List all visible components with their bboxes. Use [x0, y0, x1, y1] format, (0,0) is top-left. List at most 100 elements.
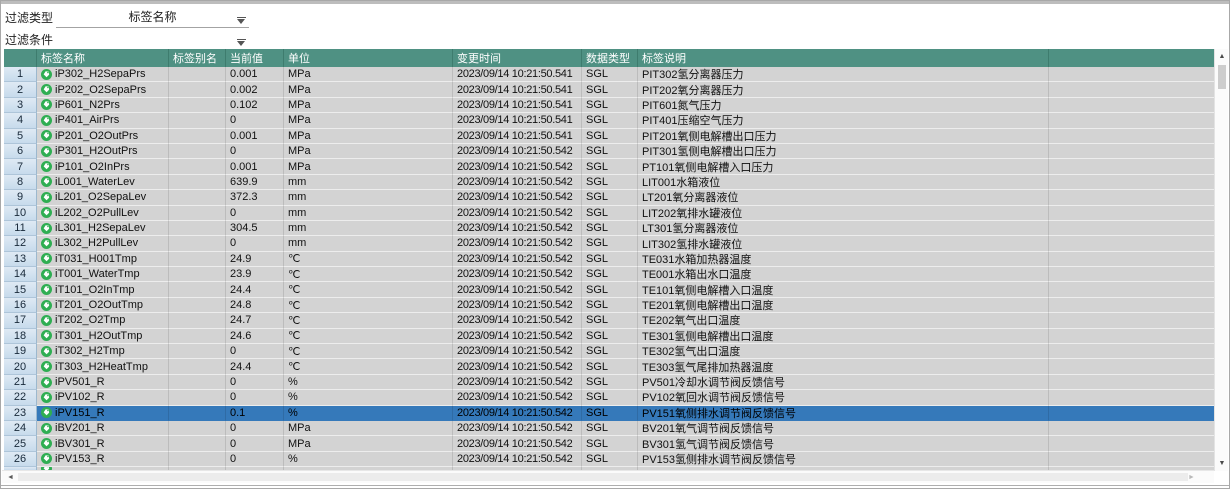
unit-cell[interactable]: mm [284, 221, 453, 236]
unit-cell[interactable]: MPa [284, 144, 453, 159]
change-time-cell[interactable]: 2023/09/14 10:21:50.541 [453, 82, 582, 97]
table-row[interactable]: 18 iT301_H2OutTmp 24.6 ℃ 2023/09/14 10:2… [4, 329, 1216, 344]
row-number-cell[interactable]: 18 [4, 329, 37, 344]
data-type-cell[interactable]: SGL [582, 282, 638, 297]
row-number-cell[interactable]: 20 [4, 359, 37, 374]
tag-description-cell[interactable]: LIT202氧排水罐液位 [638, 206, 1049, 221]
data-type-cell[interactable]: SGL [582, 221, 638, 236]
tag-description-cell[interactable]: BV201氧气调节阀反馈信号 [638, 421, 1049, 436]
current-value-cell[interactable]: 0 [226, 236, 284, 251]
unit-cell[interactable]: MPa [284, 129, 453, 144]
table-row[interactable]: 26 iPV153_R 0 % 2023/09/14 10:21:50.542 … [4, 452, 1216, 467]
table-row[interactable]: 7 iP101_O2InPrs 0.001 MPa 2023/09/14 10:… [4, 159, 1216, 174]
row-number-cell[interactable]: 22 [4, 390, 37, 405]
filter-condition-combobox[interactable] [56, 30, 249, 50]
tag-description-cell[interactable]: PT101氧侧电解槽入口压力 [638, 159, 1049, 174]
data-type-cell[interactable]: SGL [582, 190, 638, 205]
table-row[interactable]: 11 iL301_H2SepaLev 304.5 mm 2023/09/14 1… [4, 221, 1216, 236]
table-row[interactable]: 20 iT303_H2HeatTmp 24.4 ℃ 2023/09/14 10:… [4, 359, 1216, 374]
tag-name-cell[interactable]: iT302_H2Tmp [37, 344, 169, 359]
tag-alias-cell[interactable] [169, 436, 226, 451]
tag-description-cell[interactable]: PIT202氧分离器压力 [638, 82, 1049, 97]
header-data-type[interactable]: 数据类型 [582, 49, 638, 67]
table-row[interactable]: 12 iL302_H2PullLev 0 mm 2023/09/14 10:21… [4, 236, 1216, 251]
change-time-cell[interactable]: 2023/09/14 10:21:50.542 [453, 406, 582, 421]
current-value-cell[interactable]: 372.3 [226, 190, 284, 205]
data-type-cell[interactable]: SGL [582, 82, 638, 97]
tag-description-cell[interactable]: BV301氢气调节阀反馈信号 [638, 436, 1049, 451]
current-value-cell[interactable]: 24.6 [226, 329, 284, 344]
row-number-cell[interactable]: 17 [4, 313, 37, 328]
row-number-cell[interactable]: 11 [4, 221, 37, 236]
tag-description-cell[interactable]: TE101氧侧电解槽入口温度 [638, 282, 1049, 297]
row-number-cell[interactable]: 26 [4, 452, 37, 467]
tag-alias-cell[interactable] [169, 82, 226, 97]
row-number-cell[interactable]: 12 [4, 236, 37, 251]
tag-alias-cell[interactable] [169, 175, 226, 190]
tag-name-cell[interactable]: iP301_H2OutPrs [37, 144, 169, 159]
table-row[interactable]: 4 iP401_AirPrs 0 MPa 2023/09/14 10:21:50… [4, 113, 1216, 128]
header-change-time[interactable]: 变更时间 [453, 49, 582, 67]
current-value-cell[interactable]: 24.9 [226, 252, 284, 267]
current-value-cell[interactable]: 0 [226, 144, 284, 159]
data-type-cell[interactable]: SGL [582, 67, 638, 82]
tag-alias-cell[interactable] [169, 113, 226, 128]
tag-description-cell[interactable]: TE202氧气出口温度 [638, 313, 1049, 328]
vertical-scrollbar[interactable]: ▲ ▼ [1214, 49, 1228, 471]
change-time-cell[interactable]: 2023/09/14 10:21:50.542 [453, 421, 582, 436]
tag-name-cell[interactable]: iPV501_R [37, 375, 169, 390]
change-time-cell[interactable]: 2023/09/14 10:21:50.542 [453, 375, 582, 390]
tag-name-cell[interactable]: iL202_O2PullLev [37, 206, 169, 221]
change-time-cell[interactable]: 2023/09/14 10:21:50.542 [453, 159, 582, 174]
row-number-cell[interactable]: 21 [4, 375, 37, 390]
current-value-cell[interactable]: 24.7 [226, 313, 284, 328]
tag-name-cell[interactable]: iT001_WaterTmp [37, 267, 169, 282]
data-type-cell[interactable]: SGL [582, 159, 638, 174]
tag-name-cell[interactable]: iP401_AirPrs [37, 113, 169, 128]
unit-cell[interactable]: % [284, 406, 453, 421]
tag-description-cell[interactable]: PIT302氢分离器压力 [638, 67, 1049, 82]
tag-description-cell[interactable]: TE031水箱加热器温度 [638, 252, 1049, 267]
tag-description-cell[interactable]: LT301氢分离器液位 [638, 221, 1049, 236]
change-time-cell[interactable]: 2023/09/14 10:21:50.542 [453, 452, 582, 467]
tag-alias-cell[interactable] [169, 313, 226, 328]
vertical-scrollbar-thumb[interactable] [1218, 65, 1226, 89]
tag-alias-cell[interactable] [169, 359, 226, 374]
unit-cell[interactable]: MPa [284, 82, 453, 97]
tag-alias-cell[interactable] [169, 190, 226, 205]
table-row[interactable]: 14 iT001_WaterTmp 23.9 ℃ 2023/09/14 10:2… [4, 267, 1216, 282]
tag-alias-cell[interactable] [169, 375, 226, 390]
tag-alias-cell[interactable] [169, 390, 226, 405]
data-type-cell[interactable]: SGL [582, 344, 638, 359]
row-number-cell[interactable]: 7 [4, 159, 37, 174]
tag-alias-cell[interactable] [169, 67, 226, 82]
unit-cell[interactable]: MPa [284, 421, 453, 436]
unit-cell[interactable]: ℃ [284, 344, 453, 359]
row-number-cell[interactable]: 3 [4, 98, 37, 113]
table-row[interactable]: 25 iBV301_R 0 MPa 2023/09/14 10:21:50.54… [4, 436, 1216, 451]
current-value-cell[interactable]: 0 [226, 452, 284, 467]
data-type-cell[interactable]: SGL [582, 421, 638, 436]
unit-cell[interactable]: ℃ [284, 298, 453, 313]
data-type-cell[interactable]: SGL [582, 390, 638, 405]
change-time-cell[interactable]: 2023/09/14 10:21:50.542 [453, 221, 582, 236]
table-row[interactable]: 23 iPV151_R 0.1 % 2023/09/14 10:21:50.54… [4, 406, 1216, 421]
tag-description-cell[interactable]: PIT301氢侧电解槽出口压力 [638, 144, 1049, 159]
change-time-cell[interactable]: 2023/09/14 10:21:50.542 [453, 206, 582, 221]
tag-name-cell[interactable]: iBV301_R [37, 436, 169, 451]
unit-cell[interactable]: MPa [284, 159, 453, 174]
tag-description-cell[interactable]: LT201氧分离器液位 [638, 190, 1049, 205]
table-row[interactable]: 19 iT302_H2Tmp 0 ℃ 2023/09/14 10:21:50.5… [4, 344, 1216, 359]
current-value-cell[interactable]: 24.4 [226, 282, 284, 297]
change-time-cell[interactable]: 2023/09/14 10:21:50.542 [453, 344, 582, 359]
horizontal-scrollbar-thumb[interactable] [18, 473, 1188, 481]
tag-alias-cell[interactable] [169, 329, 226, 344]
chevron-down-icon[interactable] [237, 17, 246, 24]
header-unit[interactable]: 单位 [284, 49, 453, 67]
tag-name-cell[interactable]: iL302_H2PullLev [37, 236, 169, 251]
row-number-cell[interactable]: 16 [4, 298, 37, 313]
row-number-cell[interactable]: 13 [4, 252, 37, 267]
data-type-cell[interactable]: SGL [582, 375, 638, 390]
change-time-cell[interactable]: 2023/09/14 10:21:50.542 [453, 252, 582, 267]
tag-description-cell[interactable]: PV102氧回水调节阀反馈信号 [638, 390, 1049, 405]
